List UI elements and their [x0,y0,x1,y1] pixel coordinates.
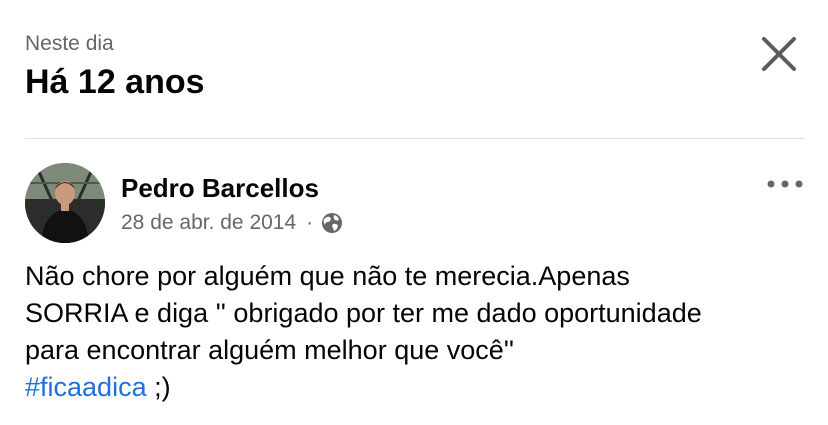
hashtag-link[interactable]: #ficaadica [25,372,147,402]
header-divider [25,138,805,139]
memories-header: Neste dia Há 12 anos [25,30,815,104]
post-date[interactable]: 28 de abr. de 2014 [121,209,296,237]
post-text-end: ;) [146,372,171,402]
ellipsis-icon[interactable] [763,172,807,196]
post-body: Não chore por alguém que não te merecia.… [25,261,702,365]
globe-icon [322,213,343,233]
author-name[interactable]: Pedro Barcellos [121,172,319,204]
post-text: Não chore por alguém que não te merecia.… [25,258,815,406]
post-meta: 28 de abr. de 2014 · [121,209,343,237]
avatar[interactable] [25,163,105,243]
close-icon[interactable] [758,33,800,75]
meta-separator: · [306,211,314,234]
header-subtitle: Neste dia [25,32,114,55]
header-title: Há 12 anos [25,63,205,101]
